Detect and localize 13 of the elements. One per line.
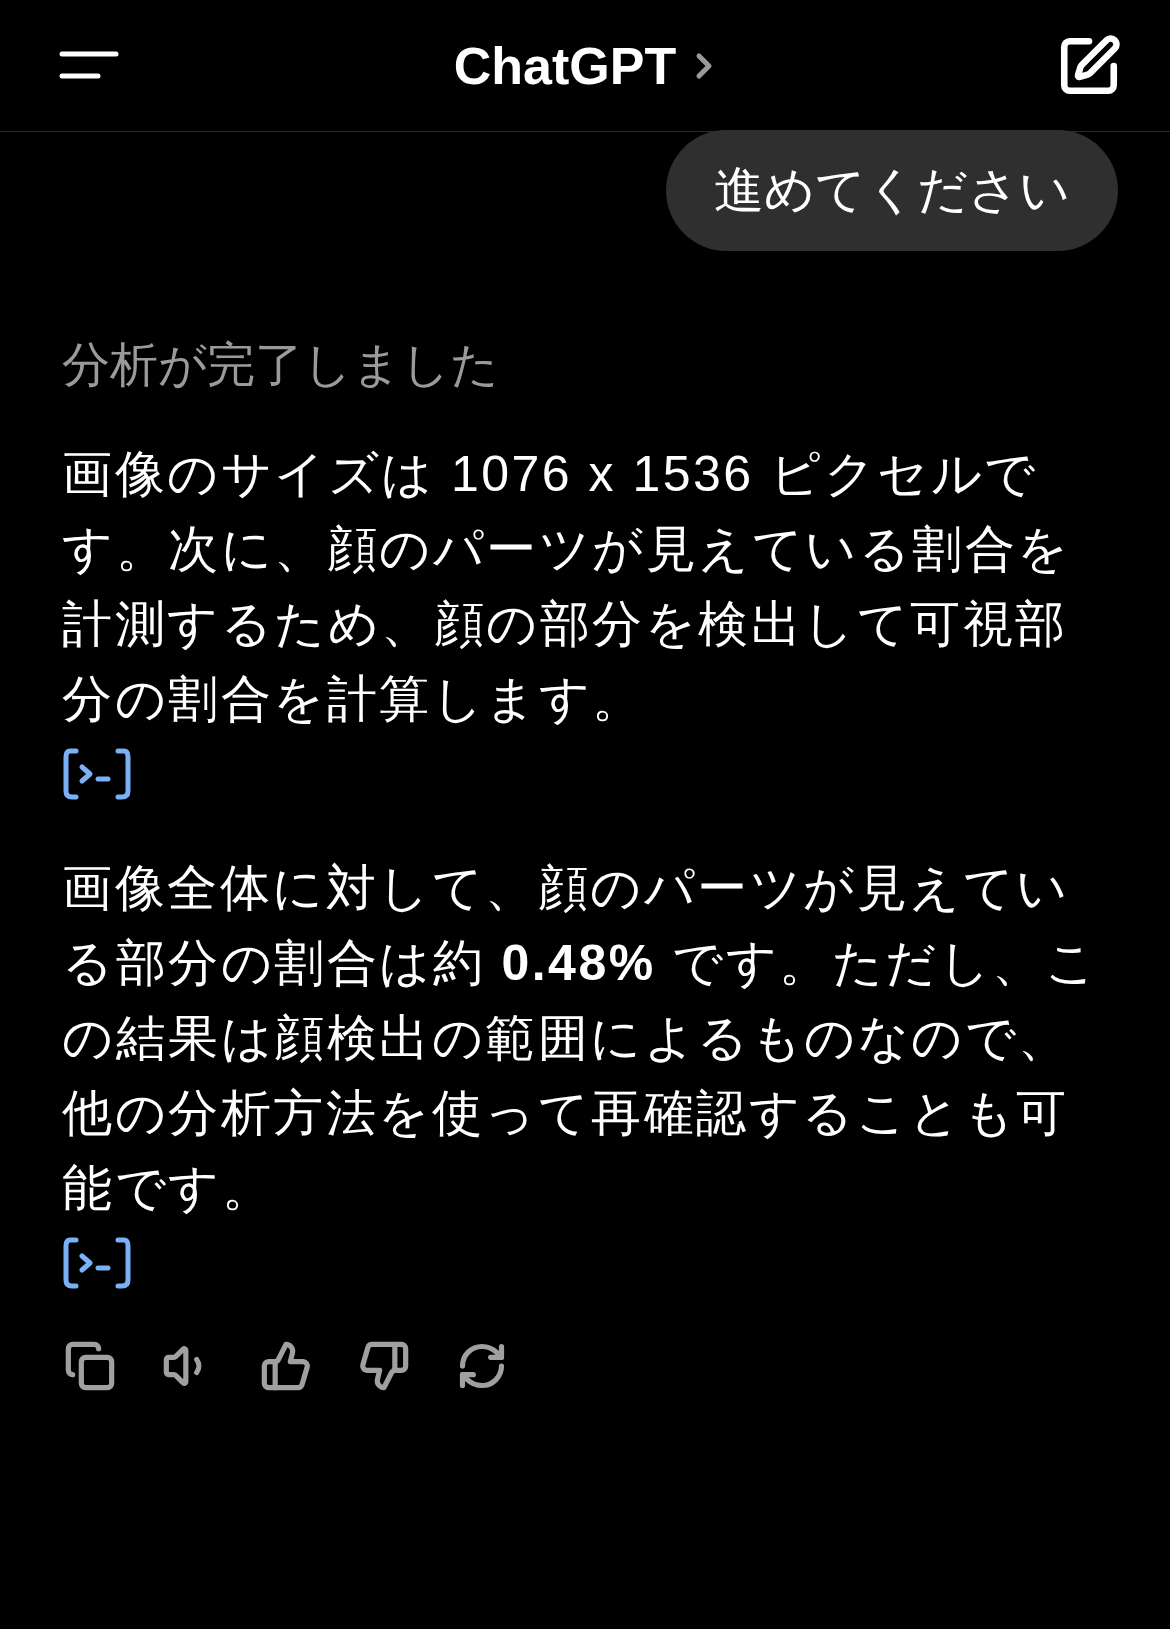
user-message: 進めてください — [666, 130, 1118, 251]
copy-icon — [64, 1340, 116, 1392]
status-text: 分析が完了しました — [62, 337, 500, 393]
assistant-paragraph: 画像のサイズは 1076 x 1536 ピクセルです。次に、顔のパーツが見えている割合を計測するため、顔の部分を検出して可視部分の割合を計算します。 — [62, 445, 1072, 729]
model-selector[interactable]: ChatGPT — [453, 35, 725, 96]
assistant-paragraph: 画像全体に対して、顔のパーツが見えている部分の割合は約 0.48% です。ただし、この結果は顔検出の範囲によるものなので、他の分析方法を使って再確認することも可能です。 — [62, 859, 1100, 1218]
thumbs-up-button[interactable] — [260, 1340, 312, 1392]
copy-button[interactable] — [64, 1340, 116, 1392]
thumbs-down-button[interactable] — [358, 1340, 410, 1392]
code-icon[interactable] — [62, 747, 132, 801]
thumbs-up-icon — [260, 1340, 312, 1392]
thumbs-down-icon — [358, 1340, 410, 1392]
code-icon[interactable] — [62, 1236, 132, 1290]
